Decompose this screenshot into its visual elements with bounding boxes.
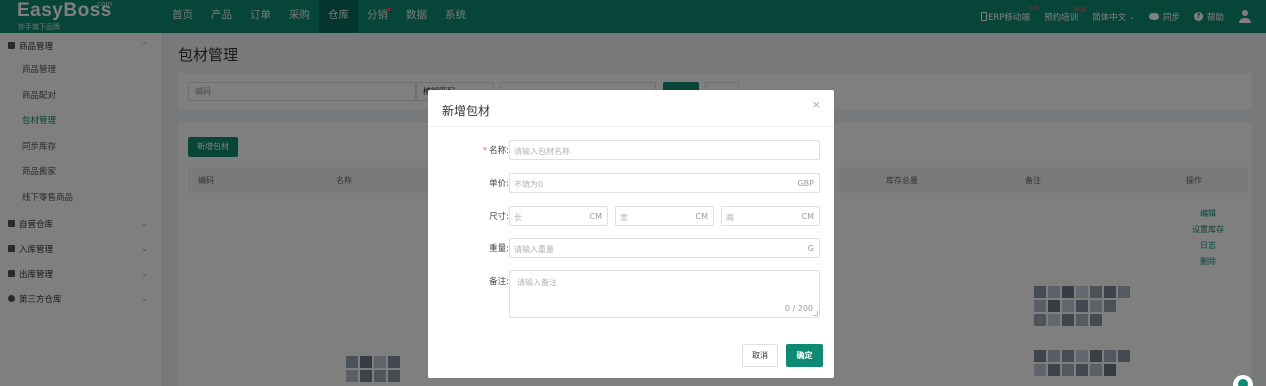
close-icon[interactable]: × <box>812 98 821 111</box>
width-placeholder: 宽 <box>620 213 628 222</box>
height-input[interactable]: 高 CM <box>721 206 820 226</box>
remark-placeholder: 请输入备注 <box>517 278 557 287</box>
price-row: 单价: 不填为0 GBP <box>428 173 834 193</box>
dialog-title: 新增包材 <box>442 104 491 118</box>
confirm-button[interactable]: 确定 <box>786 344 823 367</box>
name-placeholder: 请输入包材名称 <box>514 147 570 156</box>
add-packaging-dialog: 新增包材 × * 名称: 请输入包材名称 单价: 不填为0 GBP 尺寸: 长 C… <box>428 90 834 378</box>
dialog-divider <box>428 126 834 127</box>
name-label: * 名称: <box>483 144 509 156</box>
remark-label: 备注: <box>489 277 509 287</box>
height-placeholder: 高 <box>726 213 734 222</box>
currency-suffix: GBP <box>797 179 814 188</box>
width-unit: CM <box>695 212 709 221</box>
name-row: * 名称: 请输入包材名称 <box>428 140 834 160</box>
length-input[interactable]: 长 CM <box>509 206 608 226</box>
remark-char-count: 0 / 200 <box>784 304 813 313</box>
cancel-button[interactable]: 取消 <box>742 344 778 367</box>
weight-unit: G <box>807 244 814 253</box>
length-placeholder: 长 <box>514 213 522 222</box>
required-mark: * <box>482 146 488 156</box>
resize-handle-icon[interactable] <box>813 311 818 316</box>
weight-label: 重量: <box>489 244 509 254</box>
remark-textarea[interactable]: 请输入备注 0 / 200 <box>509 270 820 318</box>
size-label: 尺寸: <box>489 212 509 222</box>
height-unit: CM <box>801 212 815 221</box>
size-row: 尺寸: 长 CM 宽 CM 高 CM <box>428 206 834 226</box>
length-unit: CM <box>589 212 603 221</box>
price-input[interactable]: 不填为0 GBP <box>509 173 820 193</box>
width-input[interactable]: 宽 CM <box>615 206 714 226</box>
weight-placeholder: 请输入重量 <box>514 245 554 254</box>
assistant-icon <box>1238 379 1248 386</box>
name-input[interactable]: 请输入包材名称 <box>509 140 820 160</box>
price-label: 单价: <box>489 179 509 189</box>
price-placeholder: 不填为0 <box>514 180 544 189</box>
name-label-text: 名称: <box>489 146 509 156</box>
weight-input[interactable]: 请输入重量 G <box>509 238 820 258</box>
weight-row: 重量: 请输入重量 G <box>428 238 834 258</box>
